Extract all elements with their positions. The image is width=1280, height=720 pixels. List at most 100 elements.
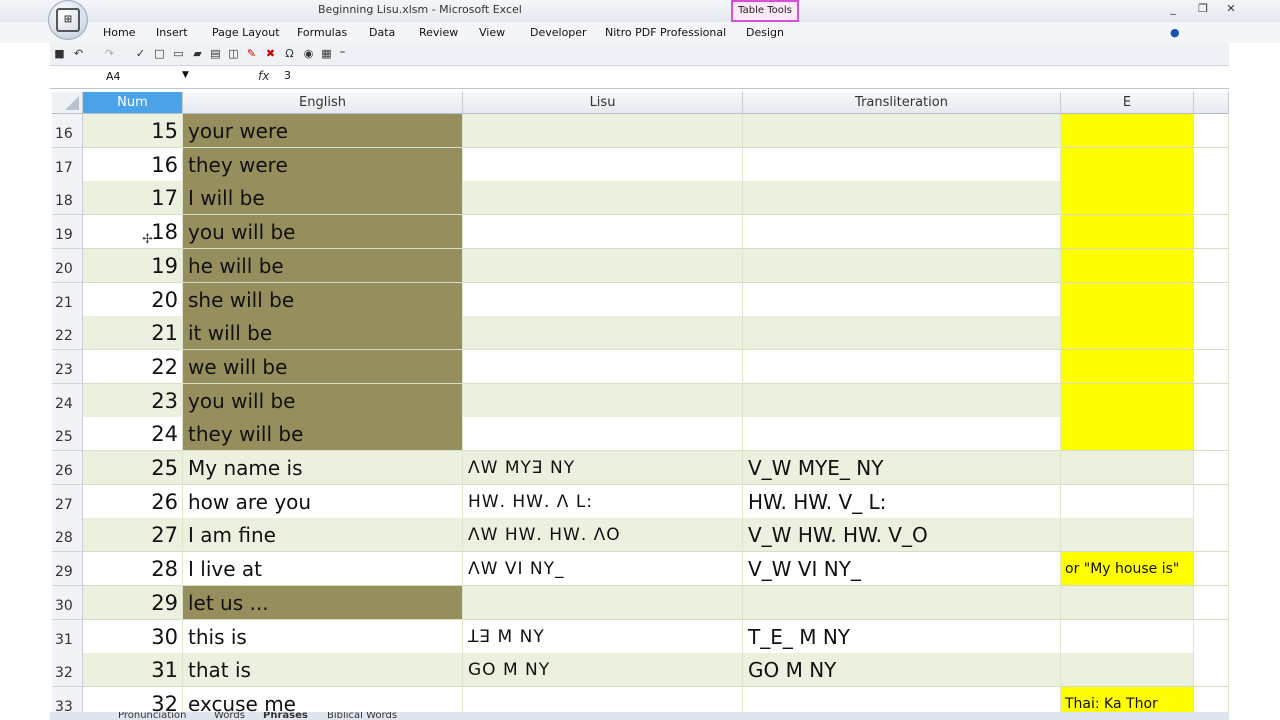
column-e-cell[interactable]	[1061, 451, 1194, 485]
num-cell[interactable]: 19	[83, 248, 183, 283]
num-cell[interactable]: 23	[83, 383, 183, 418]
transliteration-cell[interactable]	[743, 215, 1061, 250]
transliteration-cell[interactable]	[743, 147, 1061, 182]
transliteration-cell[interactable]	[743, 316, 1061, 351]
row-header[interactable]: 16	[52, 114, 83, 148]
lisu-cell[interactable]	[463, 181, 743, 216]
english-cell[interactable]: she will be	[183, 282, 463, 317]
lisu-cell[interactable]	[463, 383, 743, 418]
column-e-cell[interactable]	[1061, 585, 1194, 620]
num-cell[interactable]: 17	[83, 181, 183, 216]
lisu-cell[interactable]	[463, 417, 743, 452]
column-header-lisu[interactable]: Lisu	[463, 92, 743, 114]
transliteration-cell[interactable]	[743, 248, 1061, 283]
row-header[interactable]: 19	[52, 215, 83, 250]
column-e-cell[interactable]	[1061, 417, 1194, 452]
column-e-cell[interactable]	[1061, 181, 1194, 216]
num-cell[interactable]: 22	[83, 349, 183, 384]
row-header[interactable]: 29	[52, 552, 83, 587]
english-cell[interactable]: they will be	[183, 417, 463, 452]
lisu-cell[interactable]: ꓥꓪ ꓧꓪ. ꓧꓪ. ꓥꓳ	[463, 518, 743, 553]
row-header[interactable]: 21	[52, 282, 83, 317]
column-e-cell[interactable]	[1061, 383, 1194, 418]
lisu-cell[interactable]	[463, 248, 743, 283]
open-icon[interactable]: ▭	[172, 47, 185, 60]
office-button[interactable]: ⊞	[48, 0, 88, 40]
num-cell[interactable]: 31	[83, 653, 183, 688]
restore-button[interactable]: ❐	[1194, 2, 1212, 16]
column-header-e[interactable]: E	[1061, 92, 1194, 114]
column-f-cell[interactable]	[1194, 417, 1229, 452]
column-f-cell[interactable]	[1194, 215, 1229, 250]
column-header-transliteration[interactable]: Transliteration	[743, 92, 1061, 114]
lisu-cell[interactable]	[463, 215, 743, 250]
row-header[interactable]: 26	[52, 451, 83, 485]
row-header[interactable]: 23	[52, 349, 83, 384]
chevron-down-icon[interactable]: ▼	[182, 70, 189, 80]
spelling-icon[interactable]: ✓	[134, 47, 147, 60]
row-header[interactable]: 32	[52, 653, 83, 688]
lisu-cell[interactable]	[463, 585, 743, 620]
column-e-cell[interactable]	[1061, 248, 1194, 283]
column-e-cell[interactable]	[1061, 114, 1194, 148]
row-header[interactable]: 24	[52, 383, 83, 418]
row-header[interactable]: 17	[52, 147, 83, 182]
formula-input[interactable]: 3	[284, 69, 291, 82]
tab-insert[interactable]: Insert	[156, 26, 188, 39]
num-cell[interactable]: 29	[83, 585, 183, 620]
num-cell[interactable]: 21	[83, 316, 183, 351]
column-e-cell[interactable]	[1061, 349, 1194, 384]
macro-icon[interactable]: ◉	[302, 47, 315, 60]
column-header-english[interactable]: English	[183, 92, 463, 114]
num-cell[interactable]: 24	[83, 417, 183, 452]
english-cell[interactable]: excuse me	[183, 686, 463, 714]
column-header-num[interactable]: Num	[83, 92, 183, 114]
column-f-cell[interactable]	[1194, 619, 1229, 654]
sheet-tab-pronunciation[interactable]: Pronunciation	[118, 712, 186, 720]
tab-page-layout[interactable]: Page Layout	[212, 26, 280, 39]
column-e-cell[interactable]	[1061, 282, 1194, 317]
folder-icon[interactable]: ▰	[191, 47, 204, 60]
transliteration-cell[interactable]	[743, 417, 1061, 452]
column-e-cell[interactable]	[1061, 147, 1194, 182]
english-cell[interactable]: that is	[183, 653, 463, 688]
sheet-tab-phrases[interactable]: Phrases	[263, 712, 308, 720]
english-cell[interactable]: you will be	[183, 383, 463, 418]
num-cell[interactable]: 28	[83, 552, 183, 587]
transliteration-cell[interactable]	[743, 585, 1061, 620]
lisu-cell[interactable]: ꓕꓱ ꓟ ꓠꓬ	[463, 619, 743, 654]
column-header-f[interactable]	[1194, 92, 1229, 114]
help-icon[interactable]: ●	[1170, 26, 1180, 39]
num-cell[interactable]: 27	[83, 518, 183, 553]
column-f-cell[interactable]	[1194, 585, 1229, 620]
row-header[interactable]: 31	[52, 619, 83, 654]
tab-view[interactable]: View	[479, 26, 505, 39]
english-cell[interactable]: My name is	[183, 451, 463, 485]
delete-icon[interactable]: ✖	[264, 47, 277, 60]
row-header[interactable]: 18	[52, 181, 83, 216]
transliteration-cell[interactable]: GO M NY	[743, 653, 1061, 688]
transliteration-cell[interactable]	[743, 114, 1061, 148]
row-header[interactable]: 33	[52, 686, 83, 714]
english-cell[interactable]: you will be	[183, 215, 463, 250]
column-f-cell[interactable]	[1194, 181, 1229, 216]
transliteration-cell[interactable]: T_E_ M NY	[743, 619, 1061, 654]
num-cell[interactable]: 25	[83, 451, 183, 485]
english-cell[interactable]: it will be	[183, 316, 463, 351]
transliteration-cell[interactable]	[743, 383, 1061, 418]
column-e-cell[interactable]: Thai: Ka Thor	[1061, 686, 1194, 714]
english-cell[interactable]: we will be	[183, 349, 463, 384]
column-e-cell[interactable]	[1061, 653, 1194, 688]
column-e-cell[interactable]	[1061, 316, 1194, 351]
column-f-cell[interactable]	[1194, 349, 1229, 384]
print-preview-icon[interactable]: ◫	[227, 47, 240, 60]
transliteration-cell[interactable]	[743, 349, 1061, 384]
lisu-cell[interactable]	[463, 147, 743, 182]
tab-developer[interactable]: Developer	[530, 26, 587, 39]
tab-formulas[interactable]: Formulas	[297, 26, 347, 39]
omega-symbol-icon[interactable]: Ω	[283, 47, 296, 60]
num-cell[interactable]: 18	[83, 215, 183, 250]
transliteration-cell[interactable]: V_W MYE_ NY	[743, 451, 1061, 485]
worksheet-grid[interactable]: Num English Lisu Transliteration E 16 15 y…	[52, 92, 1229, 714]
english-cell[interactable]: I live at	[183, 552, 463, 587]
